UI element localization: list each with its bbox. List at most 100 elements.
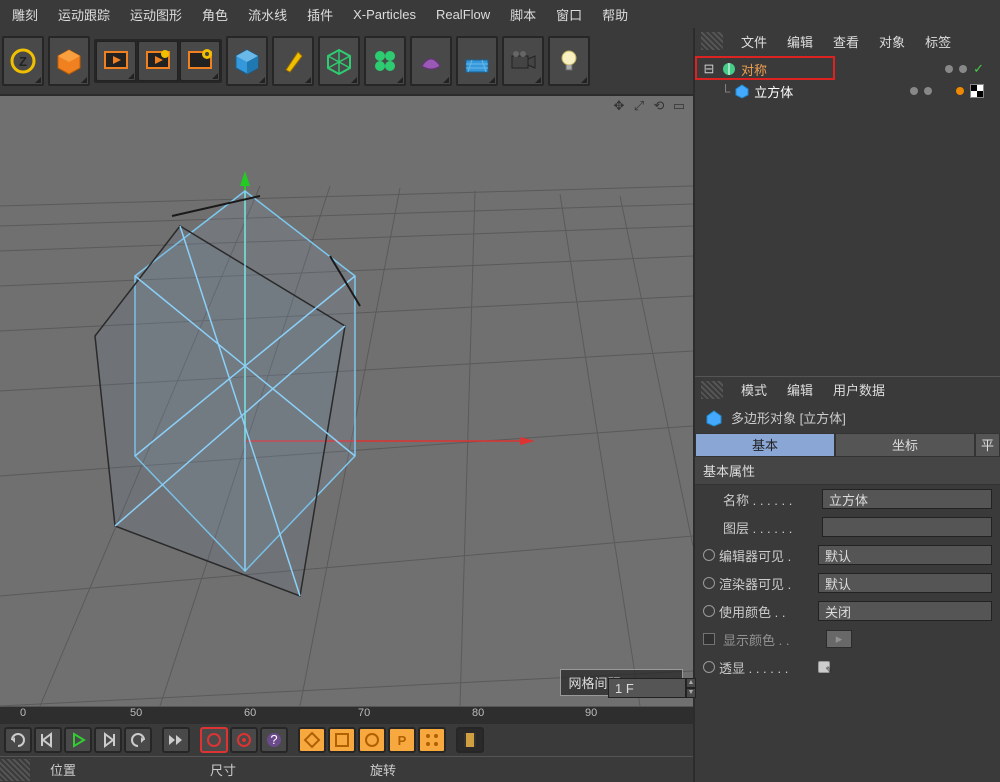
tree-label[interactable]: 对称 <box>741 60 767 79</box>
om-menu-file[interactable]: 文件 <box>731 29 777 54</box>
use-color-field[interactable]: 关闭 <box>818 601 992 621</box>
svg-text:P: P <box>398 733 407 748</box>
rotate-view-icon[interactable]: ⟲ <box>651 98 667 114</box>
redo-button[interactable]: Z <box>2 36 44 86</box>
om-menu-object[interactable]: 对象 <box>869 29 915 54</box>
autokey-button[interactable] <box>230 727 258 753</box>
keyframe-options-button[interactable]: ? <box>260 727 288 753</box>
visibility-dot-icon[interactable] <box>945 65 953 73</box>
key-param-button[interactable]: P <box>388 727 416 753</box>
prev-key-button[interactable] <box>34 727 62 753</box>
fast-forward-button[interactable] <box>162 727 190 753</box>
next-key-button[interactable] <box>94 727 122 753</box>
attribute-menu: 模式 编辑 用户数据 <box>695 376 1000 402</box>
frame-up-button[interactable]: ▲ <box>686 678 696 688</box>
cube-object-button[interactable] <box>226 36 268 86</box>
timeline-ruler[interactable]: 0 50 60 70 80 90 <box>0 706 693 724</box>
menu-sculpt[interactable]: 雕刻 <box>2 1 48 28</box>
environment-button[interactable] <box>456 36 498 86</box>
menu-character[interactable]: 角色 <box>192 1 238 28</box>
attr-menu-edit[interactable]: 编辑 <box>777 377 823 402</box>
menu-window[interactable]: 窗口 <box>546 1 592 28</box>
primitive-cube-button[interactable] <box>48 36 90 86</box>
menu-script[interactable]: 脚本 <box>500 1 546 28</box>
generator-button[interactable] <box>364 36 406 86</box>
spline-pen-button[interactable] <box>272 36 314 86</box>
tab-coord[interactable]: 坐标 <box>835 433 975 457</box>
tree-row-cube[interactable]: └ 立方体 <box>701 80 994 102</box>
viewport[interactable]: ✥ ⤢ ⟲ ▭ 网格间距 : 100 cm <box>0 96 693 706</box>
tag-icon[interactable] <box>956 87 964 95</box>
render-picture-button[interactable] <box>138 41 178 81</box>
uv-tag-icon[interactable] <box>970 84 984 98</box>
nurbs-button[interactable] <box>318 36 360 86</box>
goto-end-button[interactable] <box>124 727 152 753</box>
key-scale-button[interactable] <box>328 727 356 753</box>
camera-button[interactable] <box>502 36 544 86</box>
grip-icon[interactable] <box>701 381 723 399</box>
render-dot-icon[interactable] <box>959 65 967 73</box>
symmetry-icon <box>721 61 737 77</box>
menu-xparticles[interactable]: X-Particles <box>343 3 426 26</box>
key-move-button[interactable] <box>298 727 326 753</box>
attr-menu-mode[interactable]: 模式 <box>731 377 777 402</box>
light-button[interactable] <box>548 36 590 86</box>
expand-icon[interactable]: ⊟ <box>701 61 717 77</box>
play-button[interactable] <box>64 727 92 753</box>
radio-icon[interactable] <box>703 577 715 589</box>
radio-icon[interactable] <box>703 661 715 673</box>
om-menu-tags[interactable]: 标签 <box>915 29 961 54</box>
render-dot-icon[interactable] <box>924 87 932 95</box>
frame-down-button[interactable]: ▼ <box>686 688 696 698</box>
menu-mograph[interactable]: 运动图形 <box>120 1 192 28</box>
om-menu-view[interactable]: 查看 <box>823 29 869 54</box>
object-manager-menu: 文件 编辑 查看 对象 标签 <box>695 28 1000 54</box>
menu-realflow[interactable]: RealFlow <box>426 3 500 26</box>
menu-plugins[interactable]: 插件 <box>297 1 343 28</box>
key-rotate-button[interactable] <box>358 727 386 753</box>
color-picker[interactable]: ▸ <box>826 630 852 648</box>
tree-label[interactable]: 立方体 <box>754 82 793 101</box>
name-field[interactable]: 立方体 <box>822 489 992 509</box>
render-settings-button[interactable] <box>180 41 220 81</box>
section-basic-props: 基本属性 <box>695 457 1000 485</box>
move-view-icon[interactable]: ✥ <box>611 98 627 114</box>
tab-basic[interactable]: 基本 <box>695 433 835 457</box>
film-strip-button[interactable] <box>456 727 484 753</box>
om-menu-edit[interactable]: 编辑 <box>777 29 823 54</box>
record-button[interactable] <box>200 727 228 753</box>
prop-use-color: 使用颜色 . . 关闭 <box>695 597 1000 625</box>
layer-field[interactable] <box>822 517 992 537</box>
zoom-view-icon[interactable]: ⤢ <box>631 98 647 114</box>
prop-label: 编辑器可见 . <box>719 546 814 565</box>
object-tree[interactable]: ⊟ 对称 ✓ └ 立方体 <box>695 54 1000 106</box>
tree-row-symmetry[interactable]: ⊟ 对称 ✓ <box>701 58 994 80</box>
key-pla-button[interactable] <box>418 727 446 753</box>
polygon-object-icon <box>734 83 750 99</box>
enable-check-icon[interactable]: ✓ <box>973 61 984 77</box>
prop-editor-vis: 编辑器可见 . 默认 <box>695 541 1000 569</box>
grip-icon[interactable] <box>701 32 723 50</box>
frame-view-icon[interactable]: ▭ <box>671 98 687 114</box>
menu-help[interactable]: 帮助 <box>592 1 638 28</box>
menu-pipeline[interactable]: 流水线 <box>238 1 297 28</box>
svg-text:Z: Z <box>19 54 27 69</box>
goto-start-button[interactable] <box>4 727 32 753</box>
deformer-button[interactable] <box>410 36 452 86</box>
current-frame-field[interactable]: 1 F <box>608 678 686 698</box>
grip-icon[interactable] <box>0 759 30 781</box>
prop-label: 显示颜色 . . <box>723 630 818 649</box>
attr-menu-userdata[interactable]: 用户数据 <box>823 377 895 402</box>
prop-label: 渲染器可见 . <box>719 574 814 593</box>
render-vis-field[interactable]: 默认 <box>818 573 992 593</box>
menu-motiontrack[interactable]: 运动跟踪 <box>48 1 120 28</box>
radio-icon[interactable] <box>703 549 715 561</box>
polygon-object-icon <box>705 409 723 427</box>
visibility-dot-icon[interactable] <box>910 87 918 95</box>
editor-vis-field[interactable]: 默认 <box>818 545 992 565</box>
render-view-button[interactable] <box>96 41 136 81</box>
tab-phong[interactable]: 平 <box>975 433 1000 457</box>
checkbox-icon[interactable] <box>703 633 715 645</box>
checkbox-icon[interactable]: ✎ <box>818 661 830 673</box>
radio-icon[interactable] <box>703 605 715 617</box>
